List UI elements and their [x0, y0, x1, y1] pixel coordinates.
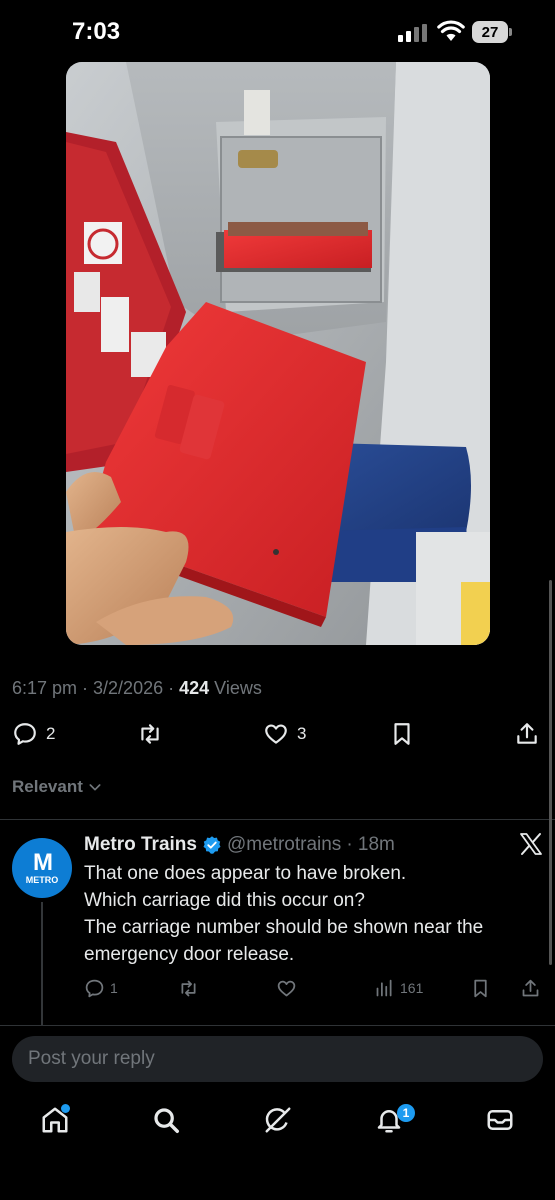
like-count: 3 — [297, 724, 307, 743]
avatar[interactable]: M METRO — [12, 838, 72, 898]
notifications-badge: 1 — [397, 1104, 415, 1122]
battery-level: 27 — [472, 21, 508, 43]
nav-grok[interactable] — [263, 1105, 297, 1139]
views-count: 424 — [179, 678, 210, 698]
like-icon — [277, 980, 296, 996]
bookmark-icon — [474, 979, 487, 997]
reply-reply-count: 1 — [110, 980, 118, 996]
nav-home[interactable] — [40, 1104, 74, 1139]
reply-actions: 1 161 — [0, 975, 555, 1001]
home-unread-dot — [61, 1104, 70, 1113]
verified-badge-icon — [203, 836, 221, 854]
avatar-label: METRO — [25, 874, 59, 885]
reply-text-line: The carriage number should be shown near… — [84, 917, 484, 965]
reply-author-name[interactable]: Metro Trains — [84, 834, 197, 856]
reply-repost-button[interactable] — [178, 975, 199, 1001]
reply-views-button[interactable]: 161 — [374, 975, 423, 1001]
status-time: 7:03 — [72, 18, 121, 45]
reply-input[interactable] — [28, 1048, 543, 1070]
metro-logo-mark: M — [33, 848, 53, 876]
home-indicator-area — [0, 1160, 555, 1200]
like-button[interactable]: 3 — [263, 718, 306, 750]
reply-author-handle[interactable]: @metrotrains — [227, 834, 341, 856]
repost-button[interactable] — [137, 718, 163, 750]
like-icon — [265, 724, 287, 744]
nav-notifications[interactable]: 1 — [374, 1104, 415, 1139]
reply-button[interactable]: 2 — [12, 718, 55, 750]
reply-bookmark-button[interactable] — [470, 975, 491, 1001]
reply-count: 2 — [46, 724, 56, 743]
status-bar: 7:03 27 — [0, 0, 555, 62]
reply-post[interactable]: M METRO Metro Trains @metrotrains · 18m … — [0, 820, 555, 1026]
post-timestamp: 6:17 pm · 3/2/2026 · — [12, 678, 180, 698]
reply-composer[interactable] — [12, 1036, 543, 1082]
analytics-icon — [376, 979, 392, 996]
reply-views-count: 161 — [400, 980, 424, 996]
reply-text: That one does appear to have broken. Whi… — [84, 860, 534, 968]
x-logo-icon — [520, 833, 542, 855]
divider — [0, 1025, 555, 1026]
reply-reply-button[interactable]: 1 — [84, 975, 118, 1001]
reply-time: · 18m — [346, 834, 395, 855]
nav-search[interactable] — [151, 1105, 185, 1139]
wifi-icon — [437, 20, 465, 41]
post-actions: 2 3 — [0, 718, 555, 750]
post-meta: 6:17 pm · 3/2/2026 · 424 Views — [12, 678, 262, 699]
thread-line — [41, 902, 43, 1026]
grok-icon — [265, 1107, 291, 1133]
share-button[interactable] — [514, 718, 540, 750]
post-media-photo[interactable] — [66, 62, 490, 645]
bookmark-icon — [394, 723, 410, 745]
share-icon — [522, 979, 539, 996]
views-label: Views — [209, 678, 262, 698]
reply-sort-dropdown[interactable]: Relevant — [12, 777, 103, 797]
chevron-down-icon — [89, 784, 101, 791]
reply-icon — [14, 723, 36, 745]
share-icon — [517, 723, 537, 744]
photo-illustration — [66, 62, 490, 645]
bottom-nav: 1 — [0, 1095, 555, 1155]
nav-messages[interactable] — [485, 1105, 519, 1139]
repost-icon — [141, 724, 159, 744]
reply-text-line: Which carriage did this occur on? — [84, 890, 365, 911]
repost-icon — [181, 980, 196, 996]
bookmark-button[interactable] — [389, 718, 415, 750]
reply-like-button[interactable] — [276, 975, 297, 1001]
reply-text-line: That one does appear to have broken. — [84, 863, 407, 884]
reply-sort-label: Relevant — [12, 777, 83, 796]
reply-header: Metro Trains @metrotrains · 18m — [84, 834, 395, 856]
reply-icon — [85, 979, 104, 997]
search-icon — [154, 1108, 179, 1133]
battery-icon: 27 — [472, 21, 512, 43]
signal-icon — [398, 24, 428, 42]
scrollbar[interactable] — [549, 580, 552, 965]
messages-icon — [487, 1110, 513, 1130]
reply-share-button[interactable] — [520, 975, 541, 1001]
